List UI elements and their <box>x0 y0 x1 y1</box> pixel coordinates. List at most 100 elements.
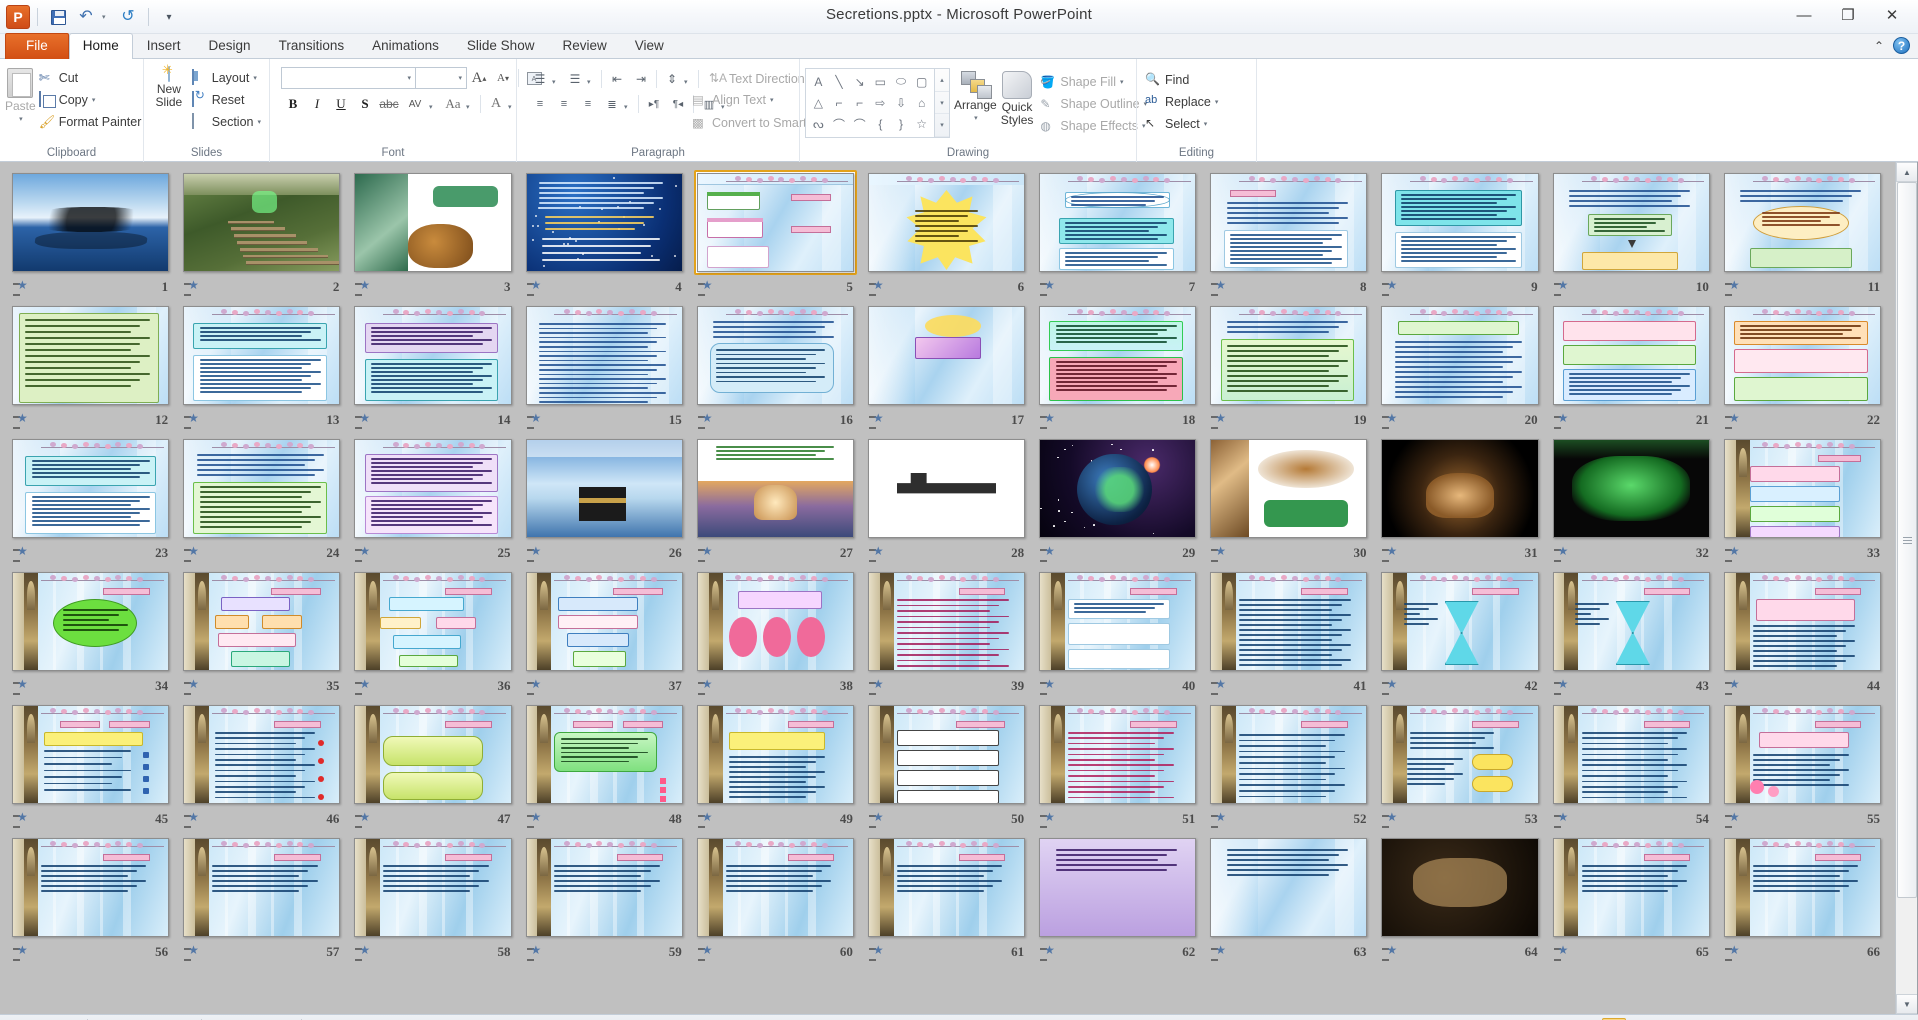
transition-star-icon[interactable] <box>698 414 711 427</box>
slide-preview[interactable] <box>354 306 511 405</box>
character-spacing-dropdown[interactable]: ▾ <box>429 97 440 112</box>
shape-oval-icon[interactable]: ⬭ <box>891 71 912 92</box>
slide-cell[interactable]: 4 <box>520 166 689 299</box>
transition-star-icon[interactable] <box>1382 680 1395 693</box>
slide-thumbnail-31[interactable] <box>1378 436 1541 541</box>
slide-cell[interactable]: 14 <box>348 299 517 432</box>
slide-preview[interactable] <box>697 439 854 538</box>
ribbon-tab-view[interactable]: View <box>621 33 678 59</box>
ribbon-tab-file[interactable]: File <box>5 33 69 59</box>
shape-effects-button[interactable]: ◍ Shape Effects ▾ <box>1037 115 1150 137</box>
slide-preview[interactable] <box>1553 705 1710 804</box>
slide-preview[interactable] <box>526 572 683 671</box>
slide-thumbnail-56[interactable] <box>9 835 172 940</box>
slide-thumbnail-36[interactable] <box>351 569 514 674</box>
slide-cell[interactable]: 3 <box>348 166 517 299</box>
slide-preview[interactable] <box>1381 439 1538 538</box>
numbering-button[interactable]: ☰ <box>563 68 587 90</box>
slide-cell[interactable]: 34 <box>6 565 175 698</box>
close-button[interactable]: ✕ <box>1870 2 1914 28</box>
slide-thumbnail-61[interactable] <box>865 835 1028 940</box>
quick-styles-button[interactable]: Quick Styles <box>1001 68 1034 127</box>
slide-thumbnail-32[interactable] <box>1550 436 1713 541</box>
slide-cell[interactable]: 1 <box>6 166 175 299</box>
slide-thumbnail-41[interactable] <box>1207 569 1370 674</box>
slide-thumbnail-44[interactable] <box>1721 569 1884 674</box>
slide-preview[interactable] <box>1210 439 1367 538</box>
line-spacing-dropdown[interactable]: ▾ <box>684 72 695 87</box>
paste-button[interactable]: Paste ▾ <box>5 65 36 126</box>
slide-thumbnail-40[interactable] <box>1036 569 1199 674</box>
slide-cell[interactable]: 65 <box>1547 831 1716 964</box>
slide-preview[interactable] <box>12 838 169 937</box>
transition-star-icon[interactable] <box>1040 414 1053 427</box>
justify-button[interactable]: ≣ <box>600 93 624 115</box>
slide-thumbnail-59[interactable] <box>523 835 686 940</box>
transition-star-icon[interactable] <box>527 414 540 427</box>
slide-cell[interactable]: 29 <box>1033 432 1202 565</box>
slide-cell[interactable]: 52 <box>1204 698 1373 831</box>
transition-star-icon[interactable] <box>1554 414 1567 427</box>
slide-thumbnail-19[interactable] <box>1207 303 1370 408</box>
slide-preview[interactable] <box>1553 439 1710 538</box>
slide-preview[interactable] <box>526 439 683 538</box>
slide-cell[interactable]: 48 <box>520 698 689 831</box>
transition-star-icon[interactable] <box>184 680 197 693</box>
bullets-button[interactable]: ☰ <box>528 68 552 90</box>
transition-star-icon[interactable] <box>184 281 197 294</box>
slide-thumbnail-28[interactable] <box>865 436 1028 541</box>
slide-thumbnail-49[interactable] <box>694 702 857 807</box>
slide-cell[interactable]: 57 <box>177 831 346 964</box>
transition-star-icon[interactable] <box>698 813 711 826</box>
slide-preview[interactable] <box>697 173 854 272</box>
slide-sorter-pane[interactable]: 1234567891011121314151617181920212223242… <box>0 162 1918 1014</box>
slide-preview[interactable] <box>1553 838 1710 937</box>
scrollbar-thumb[interactable] <box>1897 182 1917 898</box>
slide-cell[interactable]: 39 <box>862 565 1031 698</box>
format-painter-button[interactable]: 🖌 Format Painter <box>36 111 145 133</box>
slide-cell[interactable]: 46 <box>177 698 346 831</box>
slide-preview[interactable] <box>1039 705 1196 804</box>
slide-thumbnail-45[interactable] <box>9 702 172 807</box>
layout-button[interactable]: Layout ▾ <box>189 67 264 89</box>
transition-star-icon[interactable] <box>698 946 711 959</box>
slide-thumbnail-53[interactable] <box>1378 702 1541 807</box>
ribbon-tab-slide-show[interactable]: Slide Show <box>453 33 549 59</box>
transition-star-icon[interactable] <box>1040 281 1053 294</box>
shapes-scroll-down-icon[interactable]: ▾ <box>935 92 949 115</box>
slide-thumbnail-4[interactable] <box>523 170 686 275</box>
shape-rounded-rectangle-icon[interactable]: ▢ <box>911 71 932 92</box>
shape-arrow-icon[interactable]: ↘ <box>849 71 870 92</box>
shape-fill-button[interactable]: 🪣 Shape Fill ▾ <box>1037 71 1150 93</box>
slide-preview[interactable] <box>1553 572 1710 671</box>
slide-cell[interactable]: 44 <box>1718 565 1887 698</box>
slide-preview[interactable] <box>697 572 854 671</box>
slide-thumbnail-5[interactable] <box>694 170 857 275</box>
transition-star-icon[interactable] <box>355 281 368 294</box>
transition-star-icon[interactable] <box>527 946 540 959</box>
transition-star-icon[interactable] <box>1725 414 1738 427</box>
slide-thumbnail-51[interactable] <box>1036 702 1199 807</box>
slide-cell[interactable]: 13 <box>177 299 346 432</box>
help-icon[interactable]: ? <box>1893 37 1910 54</box>
transition-star-icon[interactable] <box>698 680 711 693</box>
transition-star-icon[interactable] <box>1211 680 1224 693</box>
character-spacing-button[interactable]: AV <box>401 93 429 115</box>
slide-cell[interactable]: 11 <box>1718 166 1887 299</box>
transition-star-icon[interactable] <box>1211 281 1224 294</box>
slide-preview[interactable] <box>526 838 683 937</box>
transition-star-icon[interactable] <box>184 414 197 427</box>
transition-star-icon[interactable] <box>13 813 26 826</box>
slide-thumbnail-17[interactable] <box>865 303 1028 408</box>
slide-preview[interactable] <box>1724 306 1881 405</box>
increase-font-size-button[interactable]: A ▴ <box>467 67 491 89</box>
align-left-button[interactable]: ≡ <box>528 93 552 115</box>
transition-star-icon[interactable] <box>355 946 368 959</box>
shape-line-icon[interactable]: ╲ <box>829 71 850 92</box>
slide-cell[interactable]: 25 <box>348 432 517 565</box>
bold-button[interactable]: B <box>281 93 305 115</box>
transition-star-icon[interactable] <box>1725 281 1738 294</box>
text-shadow-button[interactable]: S <box>353 93 377 115</box>
slide-preview[interactable] <box>354 838 511 937</box>
section-button[interactable]: Section ▾ <box>189 111 264 133</box>
